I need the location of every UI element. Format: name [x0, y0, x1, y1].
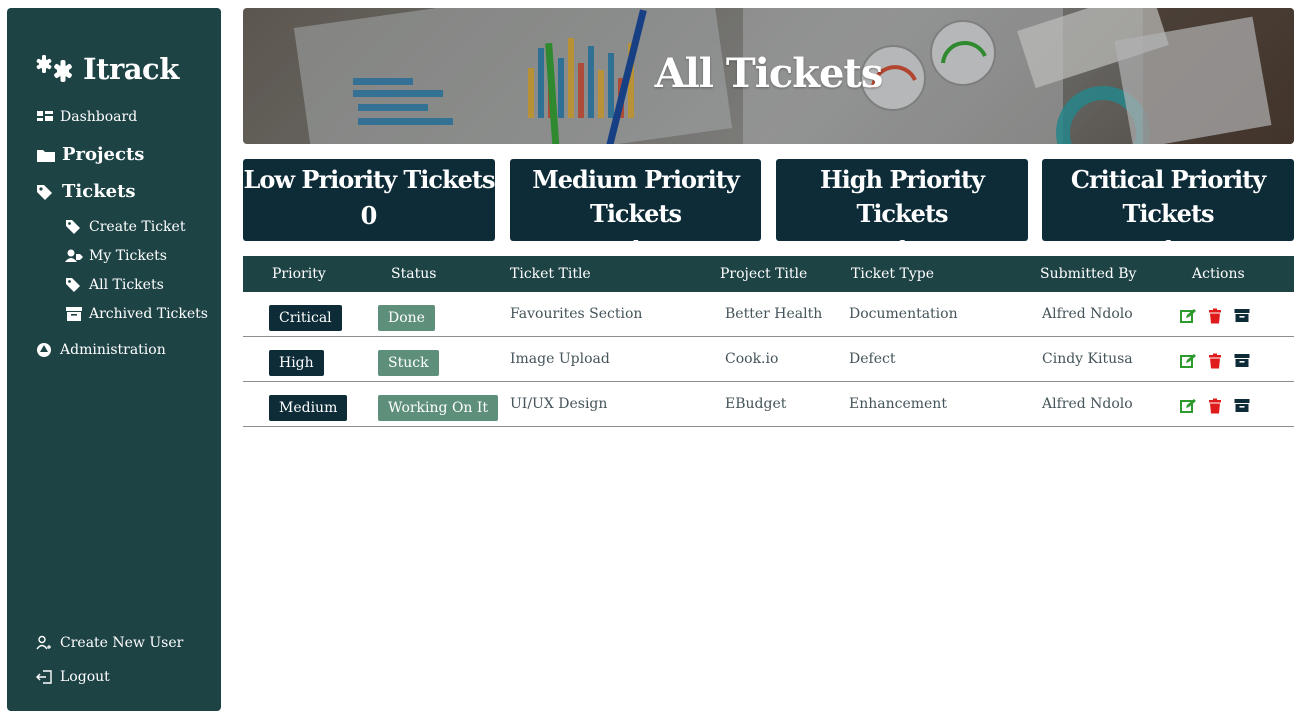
column-header-actions: Actions [1192, 266, 1245, 282]
low-priority-card: Low Priority Tickets 0 [243, 159, 495, 241]
logout-icon [36, 670, 52, 684]
sidebar-item-label: Create New User [60, 635, 184, 651]
sidebar-item-administration[interactable]: Administration [36, 342, 166, 358]
ticket-title-cell[interactable]: Image Upload [510, 337, 610, 382]
ticket-title-cell[interactable]: UI/UX Design [510, 382, 607, 427]
page-banner: All Tickets [243, 8, 1294, 144]
column-header-ticket-type[interactable]: Ticket Type [851, 256, 934, 292]
sidebar-item-label: Archived Tickets [89, 306, 208, 322]
user-icon [36, 635, 51, 650]
archive-icon[interactable] [1234, 398, 1250, 414]
sidebar-item-label: Projects [62, 144, 145, 165]
submitted-by-cell: Alfred Ndolo [1042, 306, 1133, 322]
column-header-project-title[interactable]: Project Title [720, 256, 807, 292]
tag-icon [66, 220, 80, 234]
sidebar-item-create-ticket[interactable]: Create Ticket [65, 219, 185, 235]
sidebar-item-label: All Tickets [89, 277, 164, 293]
delete-icon[interactable] [1207, 353, 1223, 369]
priority-badge: Medium [269, 395, 348, 421]
dashboard-icon [37, 111, 53, 121]
sidebar-item-label: Dashboard [60, 109, 138, 125]
status-badge: Working On It [378, 395, 499, 421]
table-header: Priority Status Ticket Title Project Tit… [243, 256, 1294, 292]
edit-icon[interactable] [1180, 308, 1196, 324]
medium-priority-card: Medium Priority Tickets 1 [510, 159, 761, 264]
sidebar-item-label: Administration [60, 342, 166, 358]
card-count: 0 [360, 201, 378, 230]
warning-icon [37, 343, 51, 357]
sidebar-item-archived-tickets[interactable]: Archived Tickets [65, 306, 208, 322]
table-row[interactable]: Critical Done Favourites Section Better … [243, 292, 1294, 337]
sidebar-item-label: Create Ticket [89, 219, 186, 235]
column-header-priority[interactable]: Priority [272, 256, 326, 292]
sidebar-item-dashboard[interactable]: Dashboard [36, 109, 137, 125]
sidebar-item-all-tickets[interactable]: All Tickets [65, 277, 164, 293]
sidebar-item-projects[interactable]: Projects [36, 144, 144, 165]
priority-badge: High [269, 350, 324, 376]
critical-priority-card: Critical Priority Tickets 1 [1042, 159, 1294, 264]
archive-icon[interactable] [1234, 308, 1250, 324]
card-title: Medium Priority Tickets [532, 165, 740, 228]
user-tag-icon [65, 249, 83, 262]
delete-icon[interactable] [1207, 308, 1223, 324]
priority-badge: Critical [269, 305, 342, 331]
submitted-by-cell: Alfred Ndolo [1042, 396, 1133, 412]
archive-icon [66, 307, 82, 321]
tags-icon [66, 278, 80, 292]
sidebar-item-label: My Tickets [89, 248, 167, 264]
table-row[interactable]: Medium Working On It UI/UX Design EBudge… [243, 382, 1294, 427]
ticket-type-cell: Defect [849, 351, 896, 367]
ticket-type-cell: Documentation [849, 306, 958, 322]
card-title: Low Priority Tickets [243, 165, 496, 194]
archive-icon[interactable] [1234, 353, 1250, 369]
edit-icon[interactable] [1180, 353, 1196, 369]
status-badge: Stuck [378, 350, 439, 376]
project-title-cell: Better Health [725, 306, 823, 322]
sidebar-item-logout[interactable]: Logout [36, 669, 110, 685]
submitted-by-cell: Cindy Kitusa [1042, 351, 1133, 367]
project-title-cell: EBudget [725, 396, 787, 412]
delete-icon[interactable] [1207, 398, 1223, 414]
ticket-type-cell: Enhancement [849, 396, 947, 412]
sidebar: Itrack Dashboard Projects Tickets Create… [7, 8, 221, 711]
card-title: High Priority Tickets [820, 165, 985, 228]
row-actions [1180, 308, 1261, 324]
column-header-submitted-by[interactable]: Submitted By [1040, 256, 1136, 292]
row-actions [1180, 398, 1261, 414]
card-title: Critical Priority Tickets [1070, 165, 1266, 228]
sidebar-item-create-new-user[interactable]: Create New User [36, 635, 183, 651]
app-name: Itrack [83, 52, 179, 86]
tags-icon [37, 184, 52, 200]
column-header-status[interactable]: Status [391, 256, 436, 292]
edit-icon[interactable] [1180, 398, 1196, 414]
status-badge: Done [378, 305, 435, 331]
sidebar-item-tickets[interactable]: Tickets [36, 181, 136, 202]
ticket-title-cell[interactable]: Favourites Section [510, 292, 642, 337]
high-priority-card: High Priority Tickets 1 [776, 159, 1028, 264]
sidebar-item-label: Tickets [62, 181, 136, 202]
column-header-ticket-title[interactable]: Ticket Title [510, 256, 591, 292]
page-title: All Tickets [654, 50, 884, 97]
row-actions [1180, 353, 1261, 369]
sidebar-item-my-tickets[interactable]: My Tickets [65, 248, 167, 264]
app-logo[interactable]: Itrack [35, 52, 179, 86]
project-title-cell: Cook.io [725, 351, 779, 367]
sidebar-item-label: Logout [60, 669, 110, 685]
folder-icon [37, 149, 55, 162]
table-row[interactable]: High Stuck Image Upload Cook.io Defect C… [243, 337, 1294, 382]
logo-icon [36, 55, 72, 82]
